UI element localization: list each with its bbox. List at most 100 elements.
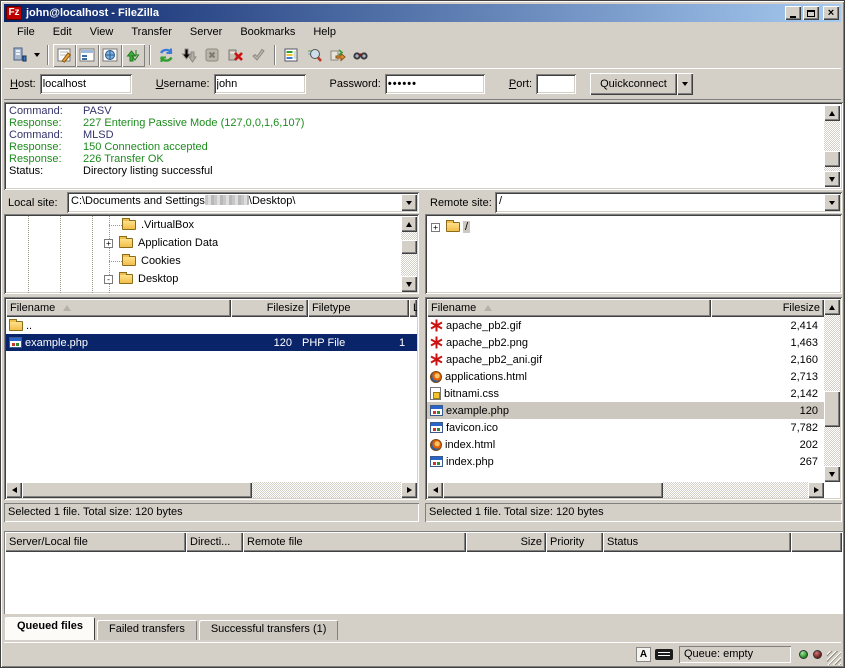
quickconnect-button[interactable]: Quickconnect [590,73,677,95]
file-row-selected[interactable]: example.php120 [427,402,824,419]
scroll-up-button[interactable] [401,216,417,232]
quickconnect-bar: Host: Username: Password: Port: Quickcon… [4,69,841,100]
process-queue-button[interactable] [178,44,201,67]
file-row[interactable]: apache_pb2.gif2,414 [427,317,824,334]
minimize-button[interactable] [785,6,801,20]
column-header-filename[interactable]: Filename [6,299,231,317]
remote-list-scrollbar[interactable] [824,299,840,482]
speed-limit-indicator-icon[interactable] [655,649,673,660]
expand-icon[interactable]: + [431,223,440,232]
scroll-down-button[interactable] [401,276,417,292]
file-row[interactable]: index.php267 [427,453,824,470]
local-site-dropdown[interactable] [401,194,417,211]
menu-bookmarks[interactable]: Bookmarks [231,23,304,41]
reconnect-button[interactable] [247,44,270,67]
expand-icon[interactable]: + [104,239,113,248]
column-header-server-local-file[interactable]: Server/Local file [5,532,186,552]
column-header-status[interactable]: Status [603,532,791,552]
file-row[interactable]: favicon.ico7,782 [427,419,824,436]
local-tree-scrollbar[interactable] [401,216,417,292]
remote-directory-tree[interactable]: + / [425,214,842,294]
scrollbar-thumb[interactable] [824,391,840,427]
scrollbar-thumb[interactable] [443,482,663,498]
toggle-transfer-queue-button[interactable] [122,44,145,67]
toggle-remote-tree-button[interactable] [99,44,122,67]
site-manager-dropdown-button[interactable] [31,44,43,67]
tab-successful-transfers[interactable]: Successful transfers (1) [199,620,339,640]
column-header-direction[interactable]: Directi... [186,532,243,552]
column-header-priority[interactable]: Priority [546,532,603,552]
column-header-filename[interactable]: Filename [427,299,711,317]
local-list-hscrollbar[interactable] [6,482,417,498]
scroll-up-button[interactable] [824,105,840,121]
scroll-right-button[interactable] [808,482,824,498]
tree-item-desktop[interactable]: - Desktop [104,270,180,288]
scrollbar-thumb[interactable] [401,240,417,254]
file-row[interactable]: apache_pb2.png1,463 [427,334,824,351]
scroll-down-button[interactable] [824,466,840,482]
column-header-filesize[interactable]: Filesize [231,299,308,317]
file-row-parent-dir[interactable]: .. [6,317,417,334]
menu-transfer[interactable]: Transfer [122,23,181,41]
tree-item-root[interactable]: + / [431,218,470,236]
column-header-remote-file[interactable]: Remote file [243,532,466,552]
menu-view[interactable]: View [81,23,123,41]
queue-body[interactable] [5,552,842,613]
file-row[interactable]: applications.html2,713 [427,368,824,385]
site-manager-icon [11,47,28,63]
username-input[interactable] [214,74,306,94]
column-header-filetype[interactable]: Filetype [308,299,409,317]
log-scrollbar[interactable] [824,105,840,187]
toggle-local-tree-button[interactable] [76,44,99,67]
scroll-right-button[interactable] [401,482,417,498]
directory-filters-button[interactable] [280,44,303,67]
tree-item-application-data[interactable]: + Application Data [104,234,220,252]
remote-list-hscrollbar[interactable] [427,482,824,498]
menu-help[interactable]: Help [304,23,345,41]
datatype-indicator-icon[interactable]: A [636,647,651,662]
port-input[interactable] [536,74,576,94]
file-row[interactable]: bitnami.css2,142 [427,385,824,402]
close-button[interactable]: × [823,6,839,20]
maximize-button[interactable] [803,6,819,20]
scroll-up-button[interactable] [824,299,840,315]
refresh-button[interactable] [155,44,178,67]
open-site-manager-button[interactable] [8,44,31,67]
menu-server[interactable]: Server [181,23,231,41]
scrollbar-thumb[interactable] [22,482,252,498]
find-files-button[interactable] [349,44,372,67]
remote-site-dropdown[interactable] [824,194,840,211]
local-site-combo[interactable]: C:\Documents and Settings\Desktop\ [67,192,419,213]
resize-grip[interactable] [827,651,841,665]
column-header-size[interactable]: Size [466,532,546,552]
synchronized-browsing-icon [329,47,346,64]
file-row-example-php[interactable]: example.php 120 PHP File 1 [6,334,417,351]
host-input[interactable] [40,74,132,94]
scroll-left-button[interactable] [427,482,443,498]
title-bar[interactable]: Fz john@localhost - FileZilla × [4,4,841,22]
file-row[interactable]: index.html202 [427,436,824,453]
scrollbar-thumb[interactable] [824,151,840,167]
message-log[interactable]: Command:PASV Response:227 Entering Passi… [4,102,843,190]
cancel-operation-button[interactable] [201,44,224,67]
disconnect-button[interactable] [224,44,247,67]
directory-comparison-button[interactable] [303,44,326,67]
menu-edit[interactable]: Edit [44,23,81,41]
password-input[interactable] [385,74,485,94]
column-header-filesize[interactable]: Filesize [711,299,824,317]
scroll-left-button[interactable] [6,482,22,498]
tab-queued-files[interactable]: Queued files [5,617,95,640]
menu-file[interactable]: File [8,23,44,41]
column-header-last-modified[interactable]: L [409,299,417,317]
local-directory-tree[interactable]: .VirtualBox + Application Data Cookies -… [4,214,419,294]
scroll-down-button[interactable] [824,171,840,187]
tree-item-cookies[interactable]: Cookies [104,252,183,270]
collapse-icon[interactable]: - [104,275,113,284]
quickconnect-dropdown-button[interactable] [677,73,693,95]
synchronized-browsing-button[interactable] [326,44,349,67]
file-row[interactable]: apache_pb2_ani.gif2,160 [427,351,824,368]
tree-item-virtualbox[interactable]: .VirtualBox [104,216,196,234]
tab-failed-transfers[interactable]: Failed transfers [97,620,197,640]
toggle-message-log-button[interactable] [53,44,76,67]
remote-site-combo[interactable]: / [495,192,842,213]
